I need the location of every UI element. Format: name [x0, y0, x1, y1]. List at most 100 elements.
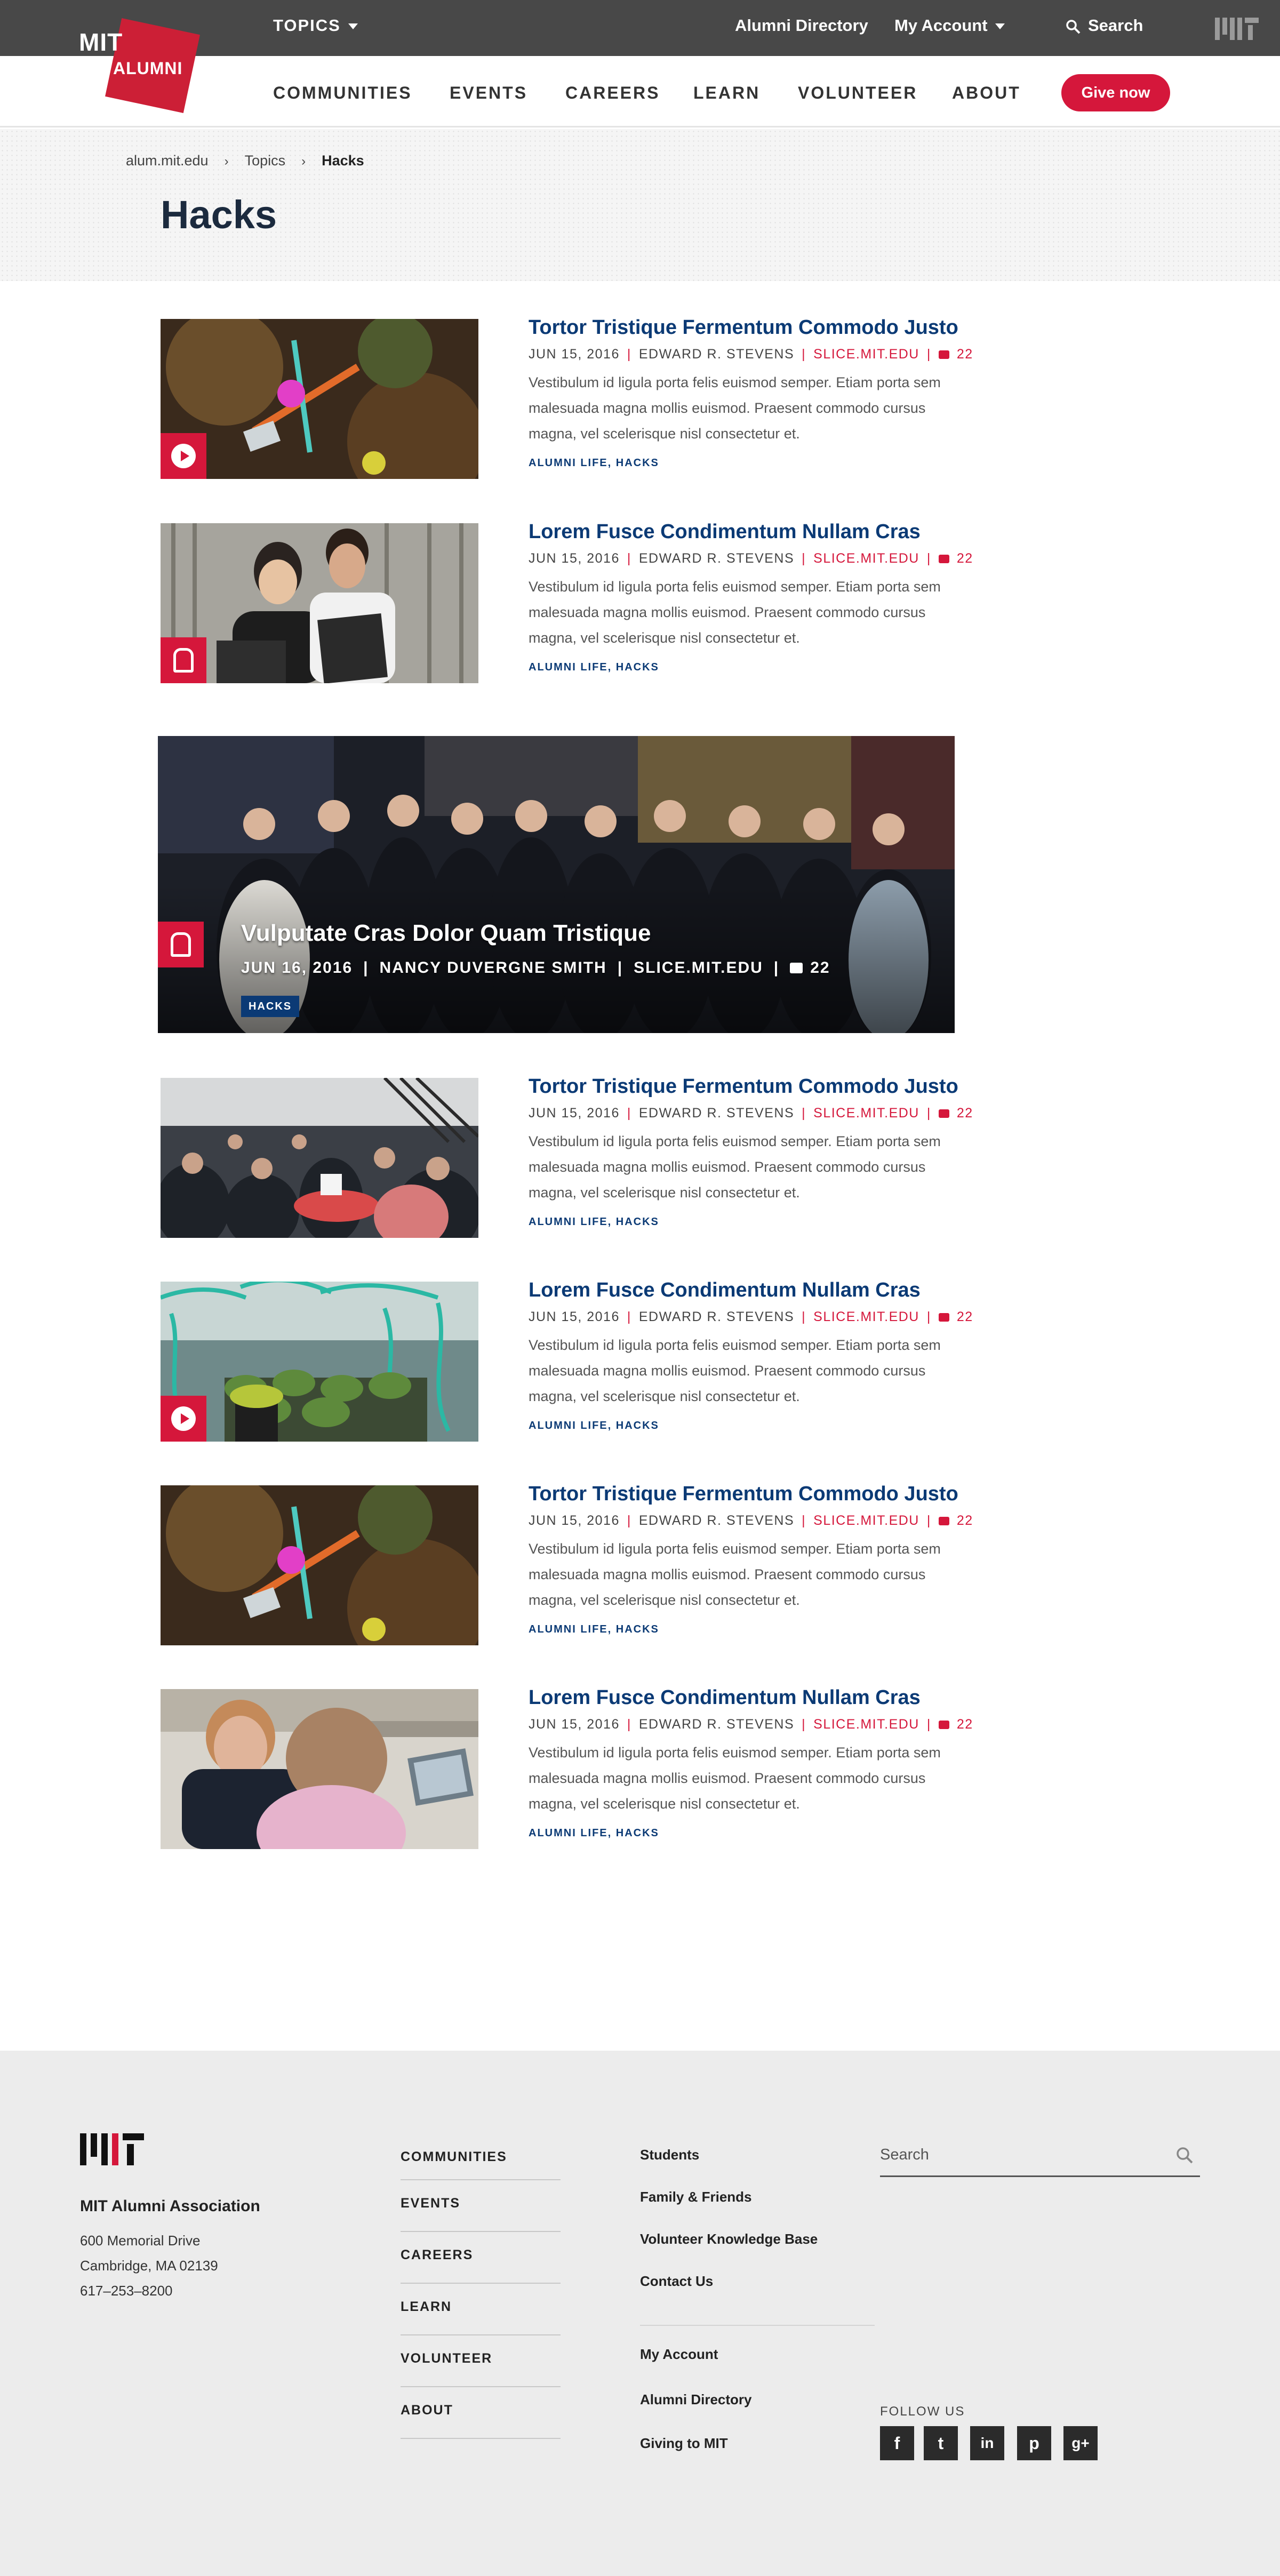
- article-item: Lorem Fusce Condimentum Nullam Cras JUN …: [161, 1686, 1014, 1849]
- featured-comment-count[interactable]: 22: [810, 959, 830, 977]
- article-comments[interactable]: 22: [938, 1309, 973, 1324]
- article-source-link[interactable]: SLICE.MIT.EDU: [813, 1106, 919, 1121]
- search-icon: [1066, 20, 1081, 34]
- nav-communities[interactable]: COMMUNITIES: [273, 83, 412, 103]
- article-thumbnail[interactable]: [161, 1485, 478, 1645]
- article-comments[interactable]: 22: [938, 551, 973, 566]
- site-footer: [0, 2051, 1280, 2576]
- article-thumbnail[interactable]: [161, 523, 478, 683]
- footer-link-communities[interactable]: COMMUNITIES: [401, 2133, 561, 2180]
- video-badge: [161, 433, 206, 479]
- article-title[interactable]: Tortor Tristique Fermentum Commodo Justo: [529, 1483, 977, 1506]
- article-tags[interactable]: ALUMNI LIFE, HACKS: [529, 1216, 977, 1228]
- article-comments[interactable]: 22: [938, 1513, 973, 1528]
- article-comments[interactable]: 22: [938, 347, 973, 362]
- google-plus-icon[interactable]: g+: [1063, 2426, 1098, 2460]
- article-comments[interactable]: 22: [938, 1717, 973, 1732]
- follow-us-label: FOLLOW US: [880, 2404, 965, 2419]
- article-author: EDWARD R. STEVENS: [638, 551, 795, 566]
- featured-title[interactable]: Vulputate Cras Dolor Quam Tristique: [241, 920, 651, 947]
- article-comments[interactable]: 22: [938, 1106, 973, 1121]
- footer-link-family[interactable]: Family & Friends: [640, 2189, 752, 2205]
- article-thumbnail[interactable]: [161, 319, 478, 479]
- article-excerpt: Vestibulum id ligula porta felis euismod…: [529, 1745, 941, 1812]
- article-title[interactable]: Tortor Tristique Fermentum Commodo Justo: [529, 1075, 977, 1098]
- article-title[interactable]: Lorem Fusce Condimentum Nullam Cras: [529, 1279, 977, 1302]
- comment-icon: [938, 1109, 949, 1118]
- article-tags[interactable]: ALUMNI LIFE, HACKS: [529, 1827, 977, 1839]
- pinterest-icon[interactable]: p: [1017, 2426, 1051, 2460]
- chevron-right-icon: ›: [224, 154, 229, 169]
- breadcrumb-home[interactable]: alum.mit.edu: [126, 153, 209, 169]
- footer-link-volunteer[interactable]: VOLUNTEER: [401, 2335, 561, 2387]
- my-account-menu[interactable]: My Account: [894, 16, 1005, 35]
- chevron-down-icon: [348, 23, 358, 30]
- nav-events[interactable]: EVENTS: [450, 83, 527, 103]
- play-icon: [171, 444, 196, 468]
- comment-icon: [938, 1517, 949, 1525]
- article-tags[interactable]: ALUMNI LIFE, HACKS: [529, 1623, 977, 1636]
- footer-link-events[interactable]: EVENTS: [401, 2180, 561, 2232]
- slice-icon: [171, 932, 191, 957]
- footer-link-learn[interactable]: LEARN: [401, 2284, 561, 2335]
- featured-article[interactable]: Vulputate Cras Dolor Quam Tristique JUN …: [158, 736, 955, 1033]
- footer-link-about[interactable]: ABOUT: [401, 2387, 561, 2439]
- comment-count: 22: [956, 1106, 973, 1121]
- footer-search-input[interactable]: [880, 2144, 1157, 2165]
- twitter-icon[interactable]: t: [924, 2426, 958, 2460]
- article-date: JUN 15, 2016: [529, 1309, 620, 1324]
- article-title[interactable]: Lorem Fusce Condimentum Nullam Cras: [529, 1686, 977, 1709]
- article-source-link[interactable]: SLICE.MIT.EDU: [813, 1717, 919, 1732]
- article-tags[interactable]: ALUMNI LIFE, HACKS: [529, 661, 977, 674]
- footer-link-directory[interactable]: Alumni Directory: [640, 2391, 752, 2408]
- nav-careers[interactable]: CAREERS: [565, 83, 660, 103]
- footer-link-contact[interactable]: Contact Us: [640, 2273, 713, 2290]
- mit-logo-icon[interactable]: [1215, 18, 1259, 40]
- footer-link-my-account[interactable]: My Account: [640, 2346, 718, 2363]
- footer-link-knowledge-base[interactable]: Volunteer Knowledge Base: [640, 2231, 818, 2247]
- featured-meta: JUN 16, 2016 | NANCY DUVERGNE SMITH | SLICE.…: [241, 959, 830, 977]
- give-now-button[interactable]: Give now: [1061, 74, 1170, 111]
- breadcrumb-topics[interactable]: Topics: [245, 153, 286, 169]
- footer-address: 600 Memorial Drive Cambridge, MA 02139 6…: [80, 2228, 218, 2303]
- linkedin-icon[interactable]: in: [970, 2426, 1004, 2460]
- alumni-directory-link[interactable]: Alumni Directory: [735, 16, 868, 35]
- footer-link-students[interactable]: Students: [640, 2147, 699, 2163]
- article-source-link[interactable]: SLICE.MIT.EDU: [813, 1309, 919, 1324]
- article-thumbnail[interactable]: [161, 1689, 478, 1849]
- article-tags[interactable]: ALUMNI LIFE, HACKS: [529, 457, 977, 469]
- breadcrumb-current: Hacks: [322, 153, 364, 169]
- comment-icon: [938, 1313, 949, 1322]
- featured-date: JUN 16, 2016: [241, 959, 353, 977]
- article-meta: JUN 15, 2016 | EDWARD R. STEVENS | SLICE.MIT…: [529, 1309, 973, 1324]
- article-title[interactable]: Tortor Tristique Fermentum Commodo Justo: [529, 316, 977, 339]
- nav-learn[interactable]: LEARN: [693, 83, 760, 103]
- facebook-icon[interactable]: f: [880, 2426, 914, 2460]
- footer-link-careers[interactable]: CAREERS: [401, 2232, 561, 2284]
- search-button[interactable]: Search: [1066, 16, 1143, 35]
- article-excerpt: Vestibulum id ligula porta felis euismod…: [529, 1337, 941, 1404]
- article-meta: JUN 15, 2016 | EDWARD R. STEVENS | SLICE.MIT…: [529, 1717, 973, 1732]
- article-tags[interactable]: ALUMNI LIFE, HACKS: [529, 1420, 977, 1432]
- article-excerpt: Vestibulum id ligula porta felis euismod…: [529, 1133, 941, 1201]
- search-icon[interactable]: [1175, 2146, 1194, 2164]
- article-source-link[interactable]: SLICE.MIT.EDU: [813, 1513, 919, 1528]
- article-source-link[interactable]: SLICE.MIT.EDU: [813, 347, 919, 362]
- featured-tag[interactable]: HACKS: [241, 996, 300, 1017]
- article-thumbnail[interactable]: [161, 1282, 478, 1442]
- featured-source-link[interactable]: SLICE.MIT.EDU: [634, 959, 763, 977]
- nav-volunteer[interactable]: VOLUNTEER: [798, 83, 917, 103]
- article-author: EDWARD R. STEVENS: [638, 1513, 795, 1528]
- article-source-link[interactable]: SLICE.MIT.EDU: [813, 551, 919, 566]
- footer-link-giving[interactable]: Giving to MIT: [640, 2435, 728, 2452]
- comment-icon: [790, 963, 803, 973]
- video-badge: [161, 1396, 206, 1442]
- topics-menu[interactable]: TOPICS: [273, 16, 358, 35]
- article-author: EDWARD R. STEVENS: [638, 1106, 795, 1121]
- my-account-label: My Account: [894, 16, 988, 35]
- mit-logo-icon[interactable]: [80, 2133, 144, 2165]
- nav-about[interactable]: ABOUT: [952, 83, 1021, 103]
- article-thumbnail[interactable]: [161, 1078, 478, 1238]
- article-title[interactable]: Lorem Fusce Condimentum Nullam Cras: [529, 521, 977, 543]
- slice-badge: [158, 922, 204, 967]
